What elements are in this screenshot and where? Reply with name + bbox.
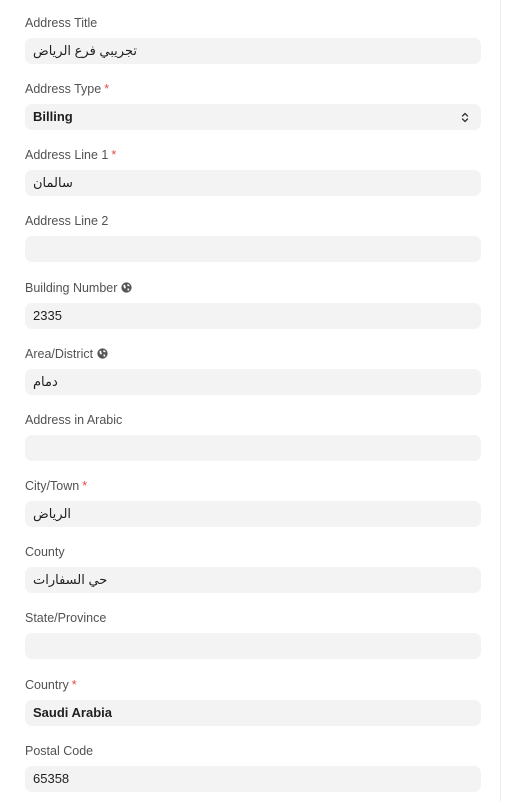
address-in-arabic-input[interactable] [25, 435, 481, 461]
building-number-field: Building Number 2335 [25, 280, 481, 329]
address-type-value: Billing [33, 109, 73, 124]
area-district-label: Area/District [25, 346, 481, 362]
address-line1-field: Address Line 1 * سالمان [25, 147, 481, 196]
required-marker: * [71, 678, 77, 692]
panel-divider [500, 0, 501, 801]
address-line2-label: Address Line 2 [25, 214, 109, 228]
select-arrows-icon [461, 112, 469, 123]
address-in-arabic-field: Address in Arabic [25, 412, 481, 461]
area-district-input[interactable]: دمام [25, 369, 481, 395]
postal-code-label: Postal Code [25, 744, 94, 758]
address-line2-input[interactable] [25, 236, 481, 262]
address-line1-label: Address Line 1 * [25, 148, 117, 162]
address-type-select[interactable]: Billing [25, 104, 481, 130]
country-input[interactable]: Saudi Arabia [25, 700, 481, 726]
city-town-field: City/Town * الرياض [25, 478, 481, 527]
postal-code-input[interactable]: 65358 [25, 766, 481, 792]
state-province-input[interactable] [25, 633, 481, 659]
address-title-label: Address Title [25, 16, 98, 30]
globe-icon [121, 282, 133, 293]
address-in-arabic-label: Address in Arabic [25, 413, 123, 427]
address-title-field: Address Title تجريبي فرع الرياض [25, 15, 481, 64]
building-number-label: Building Number [25, 280, 481, 296]
building-number-input[interactable]: 2335 [25, 303, 481, 329]
address-type-label: Address Type * [25, 82, 110, 96]
required-marker: * [104, 82, 110, 96]
city-town-label: City/Town * [25, 479, 88, 493]
postal-code-field: Postal Code 65358 [25, 743, 481, 792]
address-line2-field: Address Line 2 [25, 213, 481, 262]
state-province-label: State/Province [25, 611, 107, 625]
county-field: County حي السفارات [25, 544, 481, 593]
globe-icon [97, 348, 108, 359]
required-marker: * [111, 148, 117, 162]
required-marker: * [82, 479, 88, 493]
county-label: County [25, 545, 65, 559]
address-title-input[interactable]: تجريبي فرع الرياض [25, 38, 481, 64]
country-label: Country * [25, 678, 77, 692]
city-town-input[interactable]: الرياض [25, 501, 481, 527]
area-district-field: Area/District دمام [25, 346, 481, 395]
address-form: Address Title تجريبي فرع الرياض Address … [0, 0, 507, 801]
address-line1-input[interactable]: سالمان [25, 170, 481, 196]
address-type-field: Address Type * Billing [25, 81, 481, 130]
county-input[interactable]: حي السفارات [25, 567, 481, 593]
state-province-field: State/Province [25, 610, 481, 659]
country-field: Country * Saudi Arabia [25, 677, 481, 726]
